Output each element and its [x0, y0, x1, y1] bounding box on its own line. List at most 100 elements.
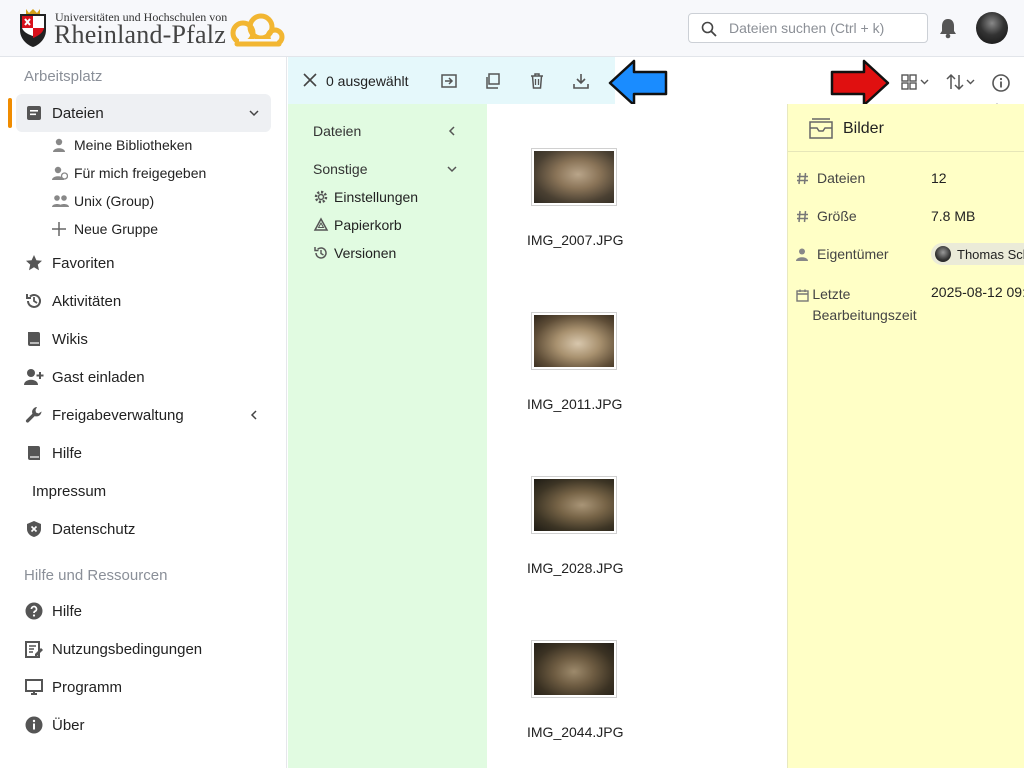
- sidebar: Arbeitsplatz Dateien Meine Bibliotheken …: [0, 57, 287, 768]
- folder-nav-label: Sonstige: [313, 161, 368, 177]
- sort-icon[interactable]: [946, 73, 978, 91]
- trash-icon[interactable]: [528, 72, 546, 90]
- details-key-size: Größe: [796, 208, 857, 224]
- chevron-down-icon[interactable]: [247, 106, 261, 120]
- brand-logo[interactable]: Universitäten und Hochschulen von Rheinl…: [16, 8, 286, 50]
- file-name[interactable]: IMG_2044.JPG: [527, 724, 627, 740]
- details-value-size: 7.8 MB: [931, 208, 976, 224]
- wolf-photo: [534, 151, 614, 203]
- add-user-icon: [24, 369, 44, 385]
- sidebar-item-files[interactable]: Dateien: [8, 94, 271, 132]
- sidebar-item-imprint[interactable]: Impressum: [16, 472, 271, 510]
- move-icon[interactable]: [440, 72, 458, 90]
- sidebar-item-label: Wikis: [52, 330, 88, 348]
- sidebar-item-privacy[interactable]: Datenschutz: [16, 510, 271, 548]
- close-icon[interactable]: [303, 73, 317, 87]
- book-icon: [28, 446, 40, 460]
- info-icon: [25, 716, 43, 734]
- chevron-left-icon[interactable]: [446, 125, 458, 137]
- details-header: Bilder: [788, 104, 1024, 152]
- sidebar-item-help[interactable]: Hilfe: [16, 434, 271, 472]
- files-icon: [27, 106, 41, 120]
- sidebar-item-wikis[interactable]: Wikis: [16, 320, 271, 358]
- details-key-modified: Letzte Bearbeitungszeit: [796, 284, 926, 326]
- user-avatar[interactable]: [976, 12, 1008, 44]
- book-icon: [28, 332, 40, 346]
- brand-line-2: Rheinland-Pfalz: [54, 20, 226, 49]
- folder-nav-label: Papierkorb: [334, 217, 402, 233]
- search-input[interactable]: [729, 18, 919, 38]
- sidebar-item-share-management[interactable]: Freigabeverwaltung: [16, 396, 271, 434]
- download-icon[interactable]: [572, 72, 590, 90]
- copy-icon[interactable]: [484, 72, 502, 90]
- sidebar-item-label: Impressum: [32, 482, 107, 500]
- sidebar-subitem-shared-with-me[interactable]: Für mich freigegeben: [52, 159, 206, 187]
- sidebar-subitem-unix-group[interactable]: Unix (Group): [52, 187, 154, 215]
- folder-nav-versions[interactable]: Versionen: [313, 245, 396, 261]
- file-thumbnail[interactable]: [531, 476, 617, 534]
- owner-avatar: [935, 246, 951, 262]
- folder-nav-trash[interactable]: Papierkorb: [313, 217, 402, 233]
- sidebar-item-terms[interactable]: Nutzungsbedingungen: [16, 630, 271, 668]
- sidebar-subitem-my-libraries[interactable]: Meine Bibliotheken: [52, 131, 192, 159]
- sidebar-item-about[interactable]: Über: [16, 706, 271, 744]
- chevron-down-icon[interactable]: [446, 163, 458, 175]
- sidebar-item-program[interactable]: Programm: [16, 668, 271, 706]
- sidebar-item-favorites[interactable]: Favoriten: [16, 244, 271, 282]
- folder-nav-label: Einstellungen: [334, 189, 419, 205]
- file-name[interactable]: IMG_2011.JPG: [527, 396, 627, 412]
- sidebar-item-activities[interactable]: Aktivitäten: [16, 282, 271, 320]
- sidebar-item-label: Favoriten: [52, 254, 115, 272]
- wrench-icon: [25, 407, 42, 423]
- details-title: Bilder: [843, 120, 884, 137]
- folder-nav-files[interactable]: Dateien: [313, 123, 361, 139]
- annotation-arrow-blue: [608, 59, 668, 107]
- edit-doc-icon: [25, 641, 43, 658]
- gear-icon: [314, 190, 328, 204]
- details-key-files: Dateien: [796, 170, 865, 186]
- details-value-modified: 2025-08-12 09:: [931, 284, 1024, 300]
- file-name[interactable]: IMG_2028.JPG: [527, 560, 627, 576]
- sidebar-subitem-label: Neue Gruppe: [74, 221, 159, 237]
- details-key-label: Letzte Bearbeitungszeit: [812, 286, 917, 323]
- folder-nav-settings[interactable]: Einstellungen: [313, 189, 418, 205]
- file-thumbnail[interactable]: [531, 640, 617, 698]
- grid-view-icon[interactable]: [901, 73, 931, 91]
- info-circle-icon[interactable]: [991, 73, 1011, 93]
- folder-nav-other[interactable]: Sonstige: [313, 161, 367, 177]
- file-thumbnail[interactable]: [531, 312, 617, 370]
- wolf-photo: [534, 315, 614, 367]
- wolf-photo: [534, 643, 614, 695]
- owner-chip[interactable]: Thomas Sch: [931, 243, 1024, 265]
- sidebar-subitem-new-group[interactable]: Neue Gruppe: [52, 215, 158, 243]
- details-key-label: Dateien: [817, 170, 866, 186]
- search-box[interactable]: [688, 13, 928, 43]
- sidebar-subitem-label: Meine Bibliotheken: [74, 137, 193, 153]
- chevron-left-icon[interactable]: [247, 408, 261, 422]
- cloud-logo-icon: [230, 13, 285, 47]
- recycle-icon: [313, 217, 329, 231]
- plus-icon: [52, 222, 66, 236]
- details-key-label: Größe: [817, 208, 857, 224]
- details-panel: Bilder Dateien 12 Größe 7.8 MB Eigentüme…: [787, 104, 1024, 768]
- sidebar-item-invite-guest[interactable]: Gast einladen: [16, 358, 271, 396]
- file-name[interactable]: IMG_2007.JPG: [527, 232, 627, 248]
- folder-nav-label: Dateien: [313, 123, 362, 139]
- sidebar-item-label: Über: [52, 716, 85, 734]
- top-bar: Universitäten und Hochschulen von Rheinl…: [0, 0, 1024, 57]
- sidebar-item-label: Freigabeverwaltung: [52, 406, 184, 424]
- folder-navigation-pane: Dateien Sonstige Einstellungen Papierkor…: [288, 104, 487, 768]
- wolf-photo: [534, 479, 614, 531]
- calendar-icon: [796, 289, 809, 302]
- folder-icon: [809, 118, 833, 139]
- shield-icon: [27, 521, 41, 537]
- sidebar-item-resources-help[interactable]: Hilfe: [16, 592, 271, 630]
- history-icon: [314, 247, 327, 259]
- file-thumbnail[interactable]: [531, 148, 617, 206]
- bell-icon[interactable]: [938, 17, 958, 39]
- sidebar-item-label: Dateien: [52, 104, 104, 122]
- hash-icon: [797, 210, 808, 223]
- person-shared-icon: [52, 166, 68, 180]
- folder-nav-label: Versionen: [334, 245, 397, 261]
- section-heading-workspace: Arbeitsplatz: [24, 68, 103, 85]
